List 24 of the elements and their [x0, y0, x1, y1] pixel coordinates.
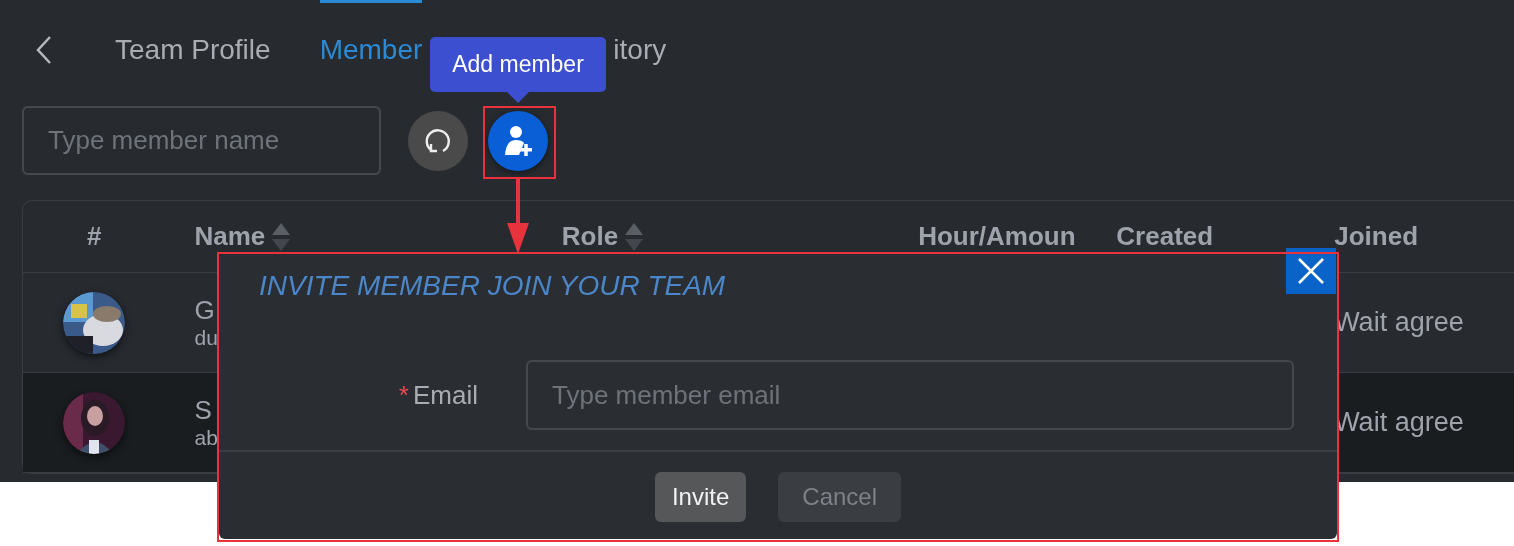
tooltip-pointer-icon — [506, 91, 530, 103]
column-header: Joined — [1334, 221, 1419, 252]
column-header: Hour/Amoun — [918, 221, 1076, 252]
close-button[interactable] — [1286, 248, 1336, 294]
tab[interactable]: itory — [613, 0, 667, 100]
column-header: # — [87, 221, 102, 252]
member-email: du — [194, 326, 218, 350]
close-icon — [1297, 257, 1325, 285]
dialog-button[interactable]: Invite — [654, 472, 747, 522]
tab[interactable]: Member — [319, 0, 423, 100]
tooltip: Add member — [430, 37, 606, 92]
column-header: Created — [1116, 221, 1214, 252]
tab[interactable]: Team Profile — [115, 0, 271, 100]
add-member-button[interactable] — [488, 110, 548, 171]
member-name: G — [194, 295, 215, 326]
member-email: ab — [194, 426, 218, 450]
column-header: Role — [561, 221, 619, 252]
member-name: S — [194, 395, 212, 426]
column-header: Name — [194, 221, 266, 252]
search-field[interactable]: Type member name — [22, 106, 381, 175]
email-field[interactable]: Type member email — [526, 360, 1294, 430]
dialog-title: INVITE MEMBER JOIN YOUR TEAM — [259, 270, 726, 302]
back-icon[interactable] — [35, 35, 53, 65]
field-label: *Email — [397, 379, 478, 411]
